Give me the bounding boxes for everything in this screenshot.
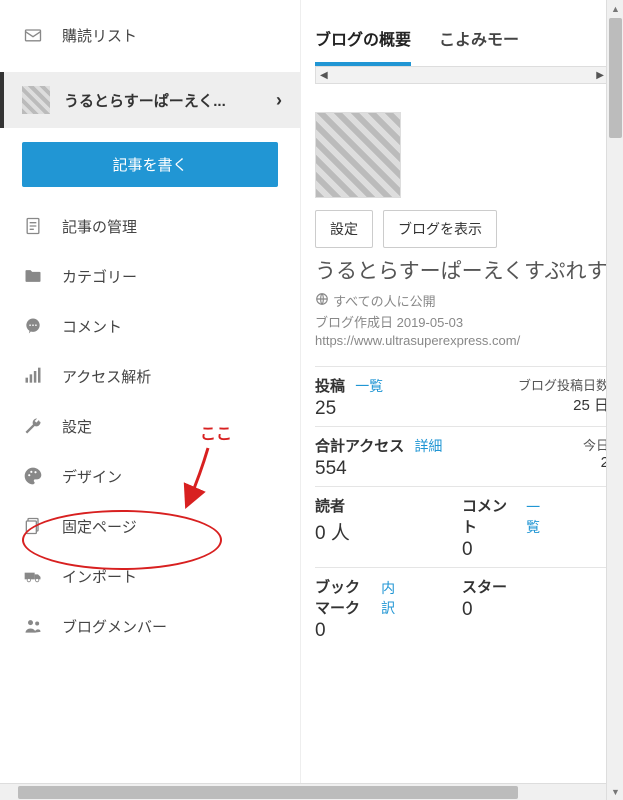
- sidebar-item-label: カテゴリー: [62, 266, 137, 287]
- sidebar-item-label: 記事の管理: [62, 216, 137, 237]
- comments-value: 0: [462, 539, 609, 561]
- blog-thumb-icon: [22, 86, 50, 114]
- comments-label: コメント: [462, 495, 516, 537]
- posts-list-link[interactable]: 一覧: [355, 378, 383, 394]
- document-icon: [22, 215, 44, 237]
- blog-name: うるとらすーぱーえくすぷれす: [315, 258, 609, 285]
- readers-label: 読者: [315, 495, 462, 516]
- sidebar-item-settings[interactable]: 設定: [0, 401, 300, 451]
- tab-overview[interactable]: ブログの概要: [315, 26, 411, 66]
- sidebar-item-label: コメント: [62, 316, 122, 337]
- settings-button[interactable]: 設定: [315, 210, 373, 248]
- tab-label: こよみモー: [439, 32, 519, 49]
- sidebar-item-pages[interactable]: 固定ページ: [0, 501, 300, 551]
- post-days-label: ブログ投稿日数: [462, 375, 609, 394]
- users-icon: [22, 615, 44, 637]
- sidebar: 購読リスト うるとらすーぱーえく... › 記事を書く 記事の管理 カテゴリー: [0, 0, 300, 790]
- sidebar-item-categories[interactable]: カテゴリー: [0, 251, 300, 301]
- visibility-label: すべての人に公開: [333, 291, 436, 310]
- palette-icon: [22, 465, 44, 487]
- chevron-right-icon: ›: [276, 90, 282, 111]
- sidebar-item-design[interactable]: デザイン: [0, 451, 300, 501]
- blog-url[interactable]: https://www.ultrasuperexpress.com/: [315, 333, 609, 348]
- total-access-value: 554: [315, 458, 462, 480]
- today-label: 今日: [462, 435, 609, 454]
- sidebar-item-label: アクセス解析: [62, 366, 151, 387]
- truck-icon: [22, 565, 44, 587]
- blog-thumbnail: [315, 112, 401, 198]
- sidebar-item-label: 設定: [62, 416, 92, 437]
- posts-label: 投稿: [315, 378, 345, 395]
- total-access-label: 合計アクセス: [315, 438, 404, 455]
- tab-bar: ブログの概要 こよみモー: [315, 26, 609, 66]
- comments-list-link[interactable]: 一覧: [526, 497, 540, 537]
- sidebar-item-analytics[interactable]: アクセス解析: [0, 351, 300, 401]
- sidebar-item-members[interactable]: ブログメンバー: [0, 601, 300, 651]
- sidebar-item-reading-list[interactable]: 購読リスト: [0, 10, 300, 60]
- visibility-row: すべての人に公開: [315, 291, 609, 310]
- mail-icon: [22, 24, 44, 46]
- sidebar-blog-selector[interactable]: うるとらすーぱーえく... ›: [0, 72, 300, 128]
- write-post-label: 記事を書く: [112, 157, 187, 174]
- sidebar-item-label: 購読リスト: [62, 25, 137, 46]
- horizontal-scrollbar[interactable]: [0, 783, 606, 800]
- folder-icon: [22, 265, 44, 287]
- pages-icon: [22, 515, 44, 537]
- scrollbar-thumb[interactable]: [609, 18, 622, 138]
- tab-scrollbar[interactable]: ◀ ▶: [315, 66, 609, 84]
- sidebar-item-label: インポート: [62, 566, 137, 587]
- created-date: ブログ作成日 2019-05-03: [315, 312, 609, 331]
- vertical-scrollbar[interactable]: ▲ ▼: [606, 0, 623, 800]
- main-content: ブログの概要 こよみモー ◀ ▶ 設定 ブログを表示 うるとらすーぱーえくすぷれ…: [300, 0, 623, 790]
- stats-section: 投稿 一覧 25 ブログ投稿日数 25 日 合計アクセス 詳細 554 今日 2: [315, 366, 609, 648]
- scroll-up-icon[interactable]: ▲: [607, 0, 623, 17]
- tab-label: ブログの概要: [315, 32, 411, 49]
- bookmarks-label: ブックマーク: [315, 576, 371, 618]
- sidebar-item-label: ブログメンバー: [62, 616, 167, 637]
- view-blog-button[interactable]: ブログを表示: [383, 210, 497, 248]
- globe-icon: [315, 292, 329, 309]
- bookmarks-link[interactable]: 内訳: [381, 578, 395, 618]
- button-label: ブログを表示: [398, 221, 482, 237]
- today-value: 2: [462, 454, 609, 471]
- readers-value: 0 人: [315, 518, 462, 545]
- stars-label: スター: [462, 576, 609, 597]
- scroll-right-icon[interactable]: ▶: [596, 70, 604, 81]
- comment-icon: [22, 315, 44, 337]
- bookmarks-value: 0: [315, 620, 462, 642]
- scroll-left-icon[interactable]: ◀: [320, 70, 328, 81]
- wrench-icon: [22, 415, 44, 437]
- write-post-button[interactable]: 記事を書く: [22, 142, 278, 187]
- scroll-down-icon[interactable]: ▼: [607, 783, 623, 800]
- bar-chart-icon: [22, 365, 44, 387]
- blog-title-label: うるとらすーぱーえく...: [64, 90, 226, 111]
- stars-value: 0: [462, 599, 609, 621]
- scrollbar-thumb[interactable]: [18, 786, 518, 799]
- post-days-value: 25 日: [462, 394, 609, 415]
- tab-calendar[interactable]: こよみモー: [439, 26, 519, 66]
- sidebar-item-manage-posts[interactable]: 記事の管理: [0, 201, 300, 251]
- sidebar-item-comments[interactable]: コメント: [0, 301, 300, 351]
- sidebar-item-label: 固定ページ: [62, 516, 137, 537]
- sidebar-item-label: デザイン: [62, 466, 122, 487]
- button-label: 設定: [330, 221, 358, 237]
- total-access-link[interactable]: 詳細: [414, 438, 442, 454]
- sidebar-item-import[interactable]: インポート: [0, 551, 300, 601]
- posts-value: 25: [315, 398, 462, 420]
